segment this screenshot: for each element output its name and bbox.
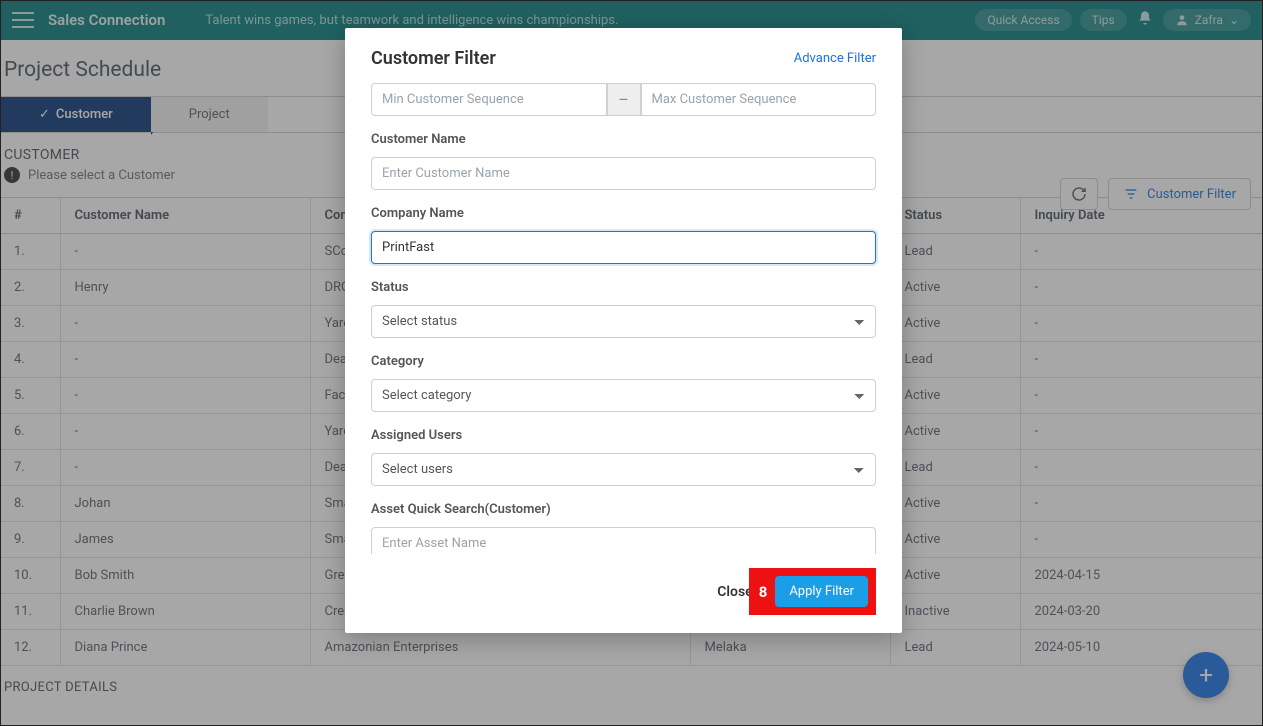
label-customer-name: Customer Name (371, 132, 876, 147)
sequence-row: – (371, 83, 876, 116)
category-select[interactable]: Select category (371, 379, 876, 412)
sequence-separator: – (607, 83, 641, 116)
customer-filter-modal: Customer Filter Advance Filter – Custome… (345, 28, 902, 633)
callout-number: 8 (757, 583, 770, 601)
max-sequence-input[interactable] (641, 83, 877, 116)
callout-highlight: 8 Apply Filter (749, 568, 876, 615)
close-button[interactable]: Close (717, 584, 752, 600)
customer-name-input[interactable] (371, 157, 876, 190)
modal-body[interactable]: – Customer Name Company Name Status Sele… (345, 83, 902, 554)
asset-input[interactable] (371, 527, 876, 554)
modal-footer: Close 8 Apply Filter (345, 554, 902, 633)
modal-title: Customer Filter (371, 48, 496, 69)
apply-filter-button[interactable]: Apply Filter (775, 576, 868, 607)
company-name-input[interactable] (371, 231, 876, 264)
label-category: Category (371, 354, 876, 369)
users-select[interactable]: Select users (371, 453, 876, 486)
min-sequence-input[interactable] (371, 83, 607, 116)
label-company-name: Company Name (371, 206, 876, 221)
modal-header: Customer Filter Advance Filter (345, 28, 902, 83)
status-select[interactable]: Select status (371, 305, 876, 338)
advance-filter-link[interactable]: Advance Filter (794, 51, 876, 66)
label-users: Assigned Users (371, 428, 876, 443)
label-asset: Asset Quick Search(Customer) (371, 502, 876, 517)
label-status: Status (371, 280, 876, 295)
